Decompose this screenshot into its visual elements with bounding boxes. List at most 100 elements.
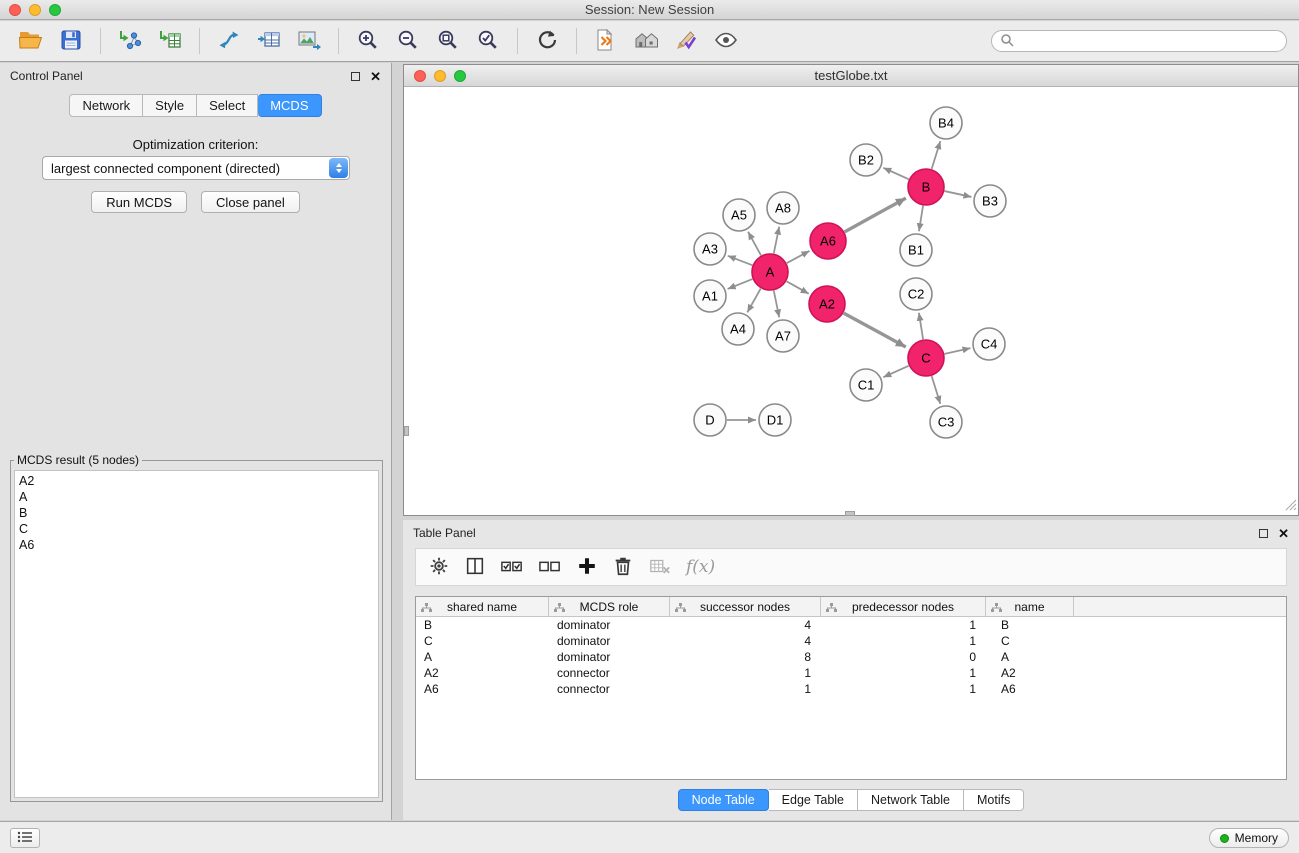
import-table-button[interactable]	[151, 25, 189, 57]
tab-edge-table[interactable]: Edge Table	[769, 789, 858, 811]
tab-network[interactable]: Network	[69, 94, 143, 117]
mcds-result-list[interactable]: A2ABCA6	[14, 470, 379, 798]
clone-network-button[interactable]	[210, 25, 248, 57]
graph-edge-B-B2[interactable]	[883, 168, 908, 179]
graph-edge-A-A3[interactable]	[728, 256, 753, 265]
tab-mcds[interactable]: MCDS	[258, 94, 321, 117]
graph-node-D[interactable]: D	[694, 404, 726, 436]
table-cell[interactable]: A2	[986, 666, 1074, 680]
new-network-table-button[interactable]	[250, 25, 288, 57]
splitter-handle[interactable]	[404, 426, 409, 436]
splitter-handle[interactable]	[845, 511, 855, 516]
close-window-button[interactable]	[9, 4, 21, 16]
optimization-criterion-dropdown[interactable]: largest connected component (directed)	[42, 156, 350, 180]
first-neighbors-button[interactable]	[587, 25, 625, 57]
search-field[interactable]	[991, 30, 1287, 52]
panel-menu-button[interactable]	[10, 828, 40, 848]
graph-node-A7[interactable]: A7	[767, 320, 799, 352]
graph-edge-C-C3[interactable]	[932, 376, 941, 404]
graph-node-B1[interactable]: B1	[900, 234, 932, 266]
table-cell[interactable]: 1	[821, 618, 986, 632]
close-network-window-button[interactable]	[414, 70, 426, 82]
export-image-button[interactable]	[290, 25, 328, 57]
graph-edge-A-A7[interactable]	[774, 291, 779, 318]
table-cell[interactable]: A6	[986, 682, 1074, 696]
table-row[interactable]: Cdominator41C	[416, 633, 1286, 649]
mcds-result-item[interactable]: A	[19, 489, 374, 505]
graph-node-B4[interactable]: B4	[930, 107, 962, 139]
zoom-selected-button[interactable]	[469, 25, 507, 57]
graph-edge-A-A5[interactable]	[748, 232, 761, 256]
table-cell[interactable]: A6	[416, 682, 549, 696]
graph-node-A2[interactable]: A2	[809, 286, 845, 322]
tab-style[interactable]: Style	[143, 94, 197, 117]
graph-edge-C-C4[interactable]	[945, 348, 971, 354]
zoom-network-window-button[interactable]	[454, 70, 466, 82]
tab-network-table[interactable]: Network Table	[858, 789, 964, 811]
graph-edge-A6-B[interactable]	[845, 198, 906, 232]
close-panel-icon[interactable]: ✕	[370, 70, 381, 83]
table-row[interactable]: Bdominator41B	[416, 617, 1286, 633]
graph-edge-C-C1[interactable]	[883, 366, 908, 377]
tab-motifs[interactable]: Motifs	[964, 789, 1024, 811]
import-network-button[interactable]	[111, 25, 149, 57]
float-panel-icon[interactable]	[1259, 529, 1268, 538]
column-header-MCDS-role[interactable]: MCDS role	[549, 597, 670, 616]
graph-edge-B-B4[interactable]	[932, 141, 941, 169]
run-mcds-button[interactable]: Run MCDS	[91, 191, 187, 213]
graph-edge-B-B1[interactable]	[919, 206, 923, 231]
table-row[interactable]: Adominator80A	[416, 649, 1286, 665]
save-session-button[interactable]	[52, 25, 90, 57]
graph-edge-A2-C[interactable]	[844, 313, 906, 347]
resize-grip-icon[interactable]	[1285, 499, 1297, 514]
table-cell[interactable]: A	[416, 650, 549, 664]
close-panel-icon[interactable]: ✕	[1278, 527, 1289, 540]
graph-edge-A-A4[interactable]	[747, 289, 760, 313]
memory-button[interactable]: Memory	[1209, 828, 1289, 848]
table-cell[interactable]: B	[416, 618, 549, 632]
mcds-result-item[interactable]: B	[19, 505, 374, 521]
graph-node-C[interactable]: C	[908, 340, 944, 376]
table-cell[interactable]: 4	[670, 618, 821, 632]
table-cell[interactable]: dominator	[549, 634, 670, 648]
apply-layout-button[interactable]	[528, 25, 566, 57]
graph-node-A4[interactable]: A4	[722, 313, 754, 345]
tab-node-table[interactable]: Node Table	[678, 789, 769, 811]
table-cell[interactable]: dominator	[549, 650, 670, 664]
zoom-fit-button[interactable]	[429, 25, 467, 57]
table-cell[interactable]: connector	[549, 666, 670, 680]
table-cell[interactable]: 1	[821, 634, 986, 648]
table-cell[interactable]: 8	[670, 650, 821, 664]
table-cell[interactable]: 1	[670, 666, 821, 680]
select-all-button[interactable]	[500, 553, 524, 581]
graph-node-A3[interactable]: A3	[694, 233, 726, 265]
column-header-predecessor-nodes[interactable]: predecessor nodes	[821, 597, 986, 616]
table-row[interactable]: A2connector11A2	[416, 665, 1286, 681]
table-settings-button[interactable]	[428, 553, 450, 581]
delete-table-button[interactable]	[648, 553, 672, 581]
delete-column-button[interactable]	[612, 553, 634, 581]
column-header-successor-nodes[interactable]: successor nodes	[670, 597, 821, 616]
graph-node-C2[interactable]: C2	[900, 278, 932, 310]
minimize-network-window-button[interactable]	[434, 70, 446, 82]
table-cell[interactable]: 1	[670, 682, 821, 696]
tab-select[interactable]: Select	[197, 94, 258, 117]
network-graph[interactable]: B4B2BB3A5A8A6A3B1AC2A1A2A4A7C4CC1C3DD1	[404, 88, 1298, 515]
zoom-window-button[interactable]	[49, 4, 61, 16]
create-column-button[interactable]	[576, 553, 598, 581]
table-cell[interactable]: A	[986, 650, 1074, 664]
graph-edge-A-A6[interactable]	[787, 251, 810, 263]
graph-node-C3[interactable]: C3	[930, 406, 962, 438]
float-panel-icon[interactable]	[351, 72, 360, 81]
zoom-in-button[interactable]	[349, 25, 387, 57]
graph-node-A8[interactable]: A8	[767, 192, 799, 224]
graph-edge-A-A2[interactable]	[787, 281, 809, 293]
graph-node-A5[interactable]: A5	[723, 199, 755, 231]
table-cell[interactable]: C	[986, 634, 1074, 648]
function-builder-button[interactable]: f(x)	[686, 553, 715, 581]
graph-node-C4[interactable]: C4	[973, 328, 1005, 360]
graph-node-A1[interactable]: A1	[694, 280, 726, 312]
apply-style-button[interactable]	[667, 25, 705, 57]
table-cell[interactable]: connector	[549, 682, 670, 696]
close-mcds-panel-button[interactable]: Close panel	[201, 191, 300, 213]
